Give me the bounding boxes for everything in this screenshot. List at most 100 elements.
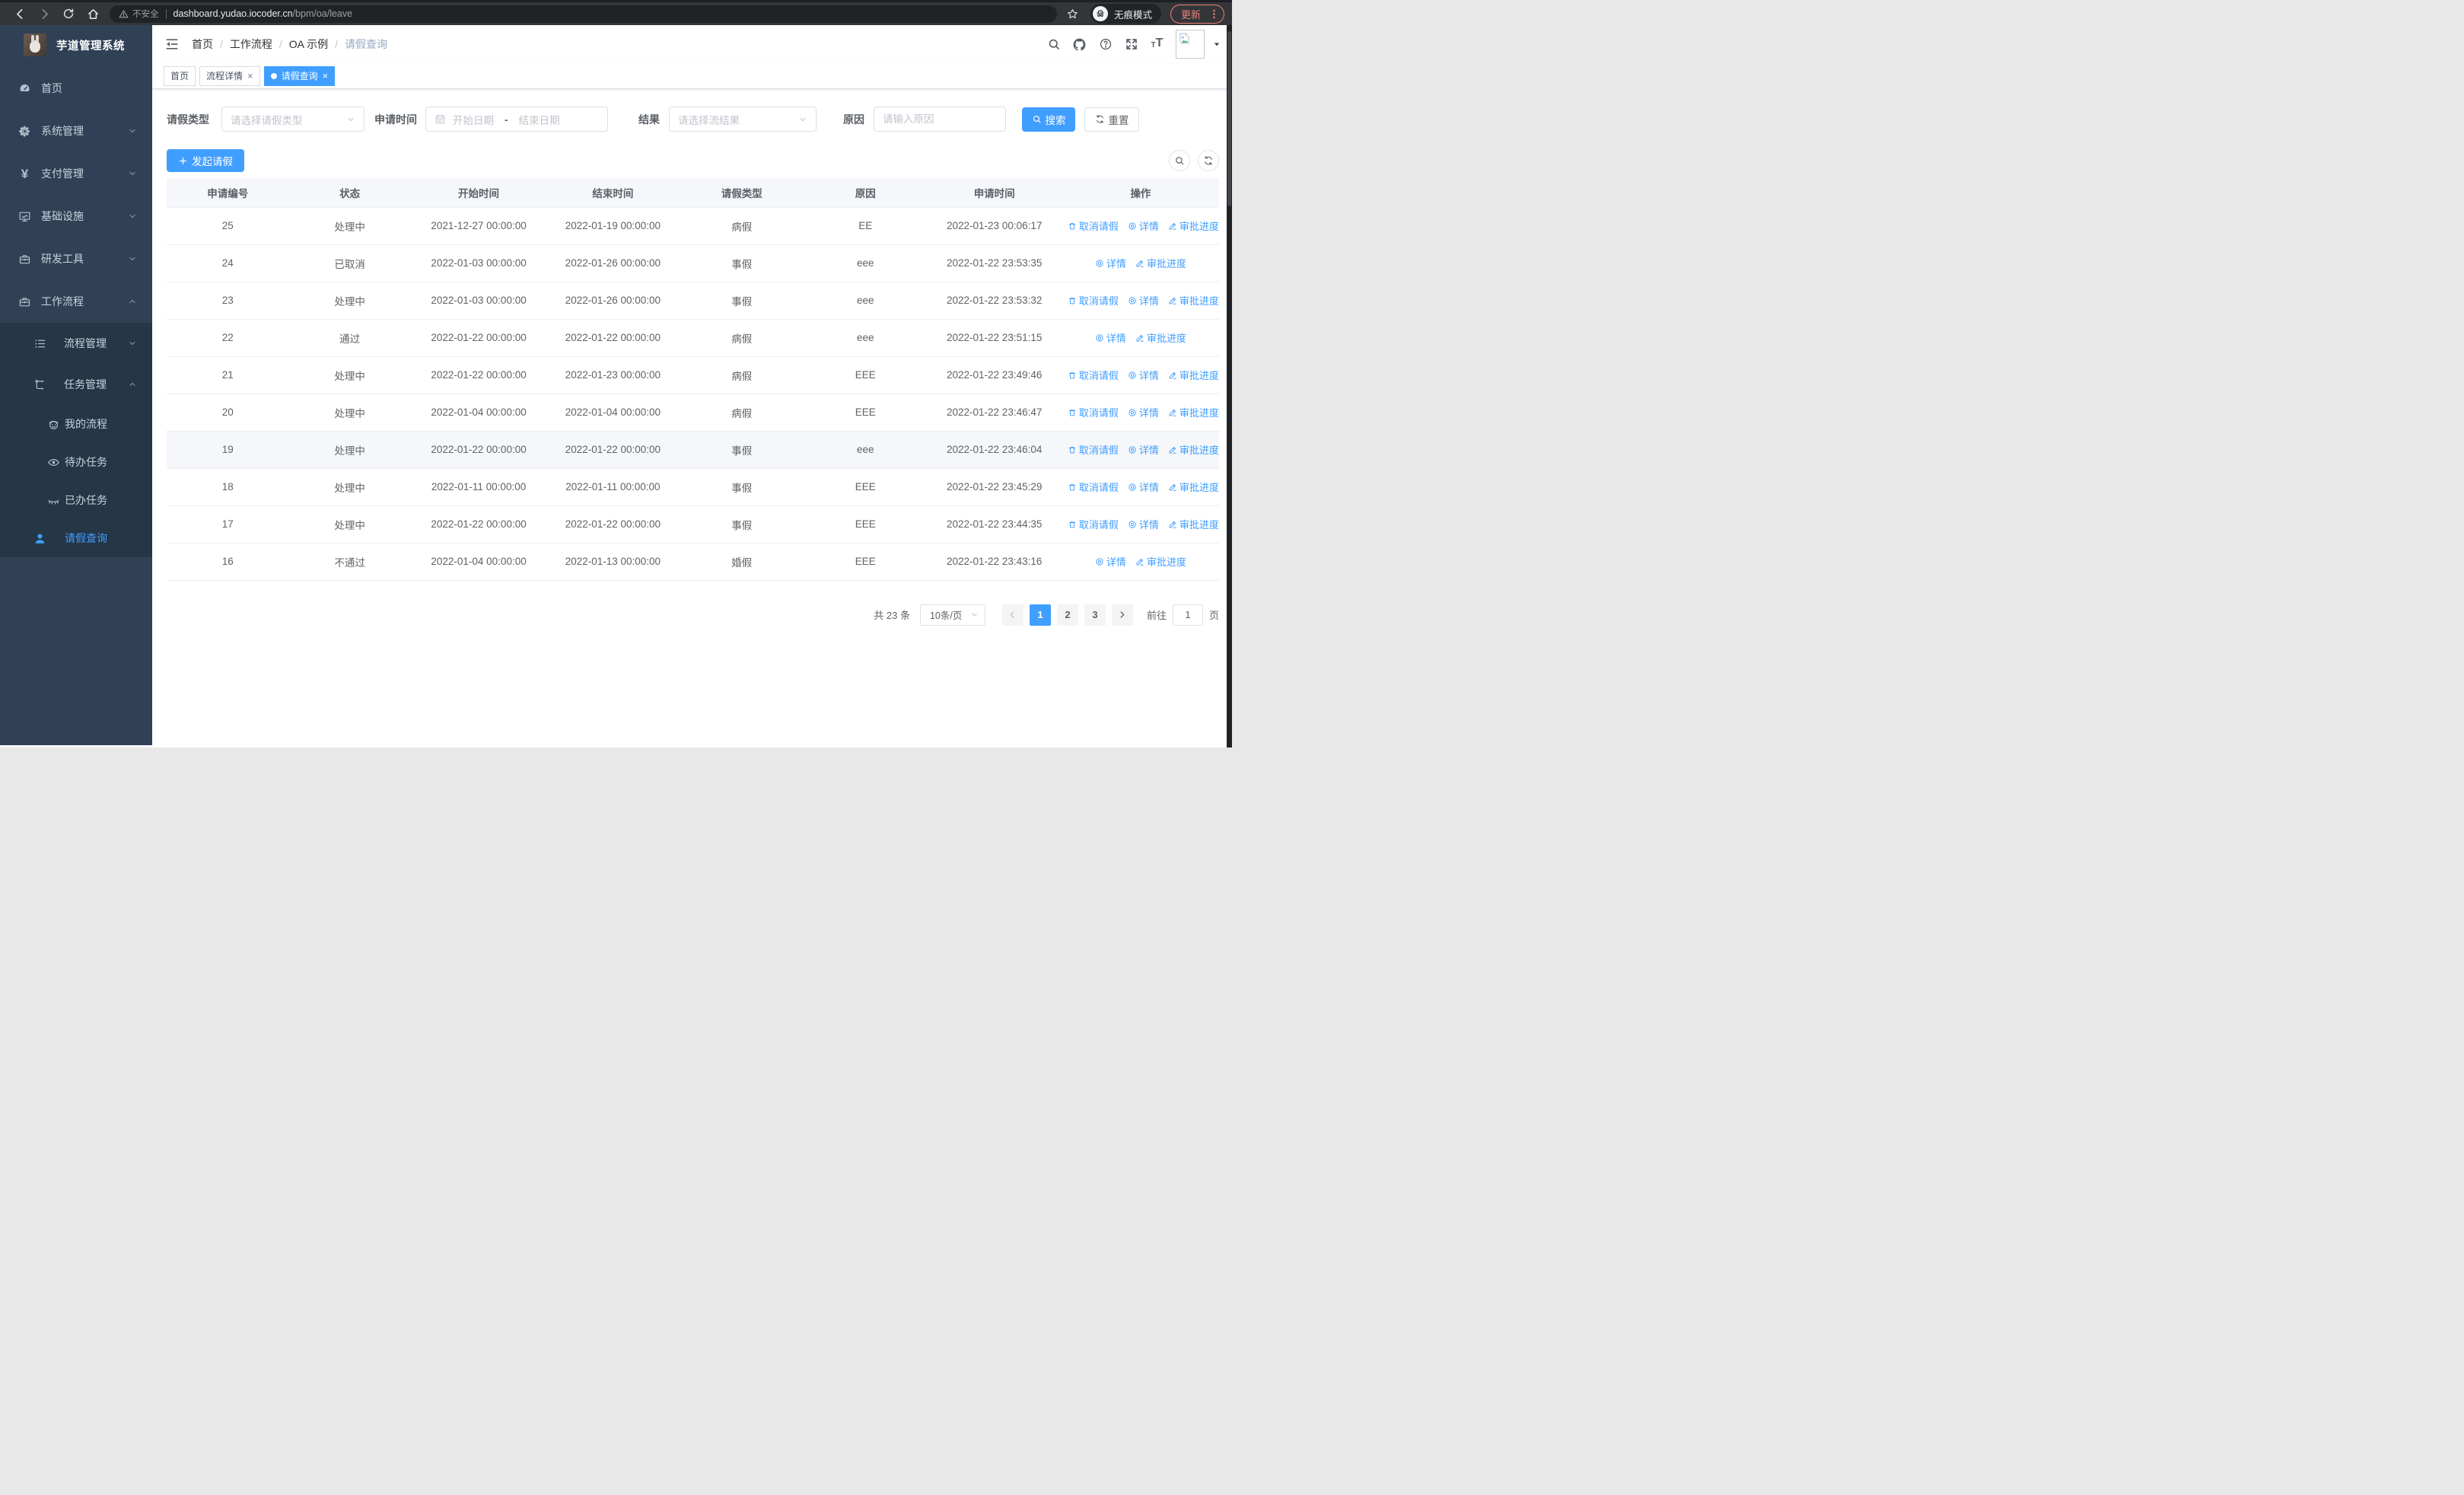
sidebar-item-label: 流程管理 [64, 337, 107, 349]
page-number-group: 123 [1027, 604, 1109, 626]
avatar-dropdown-caret[interactable] [1212, 40, 1221, 49]
sidebar-item-system-management[interactable]: 系统管理 [0, 110, 152, 152]
page-button-1[interactable]: 1 [1029, 604, 1051, 626]
page-size-value: 10条/页 [929, 610, 963, 621]
cell-reason: EEE [804, 505, 927, 543]
browser-reload-button[interactable] [60, 5, 77, 22]
column-header: 申请编号 [167, 178, 289, 208]
sidebar-item-workflow[interactable]: 工作流程 [0, 280, 152, 323]
page-size-select[interactable]: 10条/页 [919, 604, 985, 626]
close-tab-icon[interactable]: × [323, 71, 329, 81]
cancel-action-link[interactable]: 取消请假 [1068, 517, 1119, 531]
sidebar-item-task-management[interactable]: 任务管理 [0, 364, 152, 405]
reset-button[interactable]: 重置 [1084, 107, 1139, 132]
progress-action-link[interactable]: 审批进度 [1168, 480, 1219, 494]
apply-time-range-picker[interactable]: 开始日期 - 结束日期 [425, 107, 608, 132]
detail-action-link[interactable]: 详情 [1095, 256, 1126, 270]
tab-process-detail[interactable]: 流程详情 × [199, 65, 260, 86]
chevron-left-icon [1008, 610, 1017, 620]
progress-action-link[interactable]: 审批进度 [1135, 330, 1186, 345]
chrome-update-menu[interactable]: 更新 [1170, 4, 1224, 24]
cell-actions: 取消请假 详情 审批进度 [1062, 431, 1219, 469]
sidebar-item-process-management[interactable]: 流程管理 [0, 323, 152, 364]
search-button[interactable]: 搜索 [1022, 107, 1075, 132]
sidebar-item-infrastructure[interactable]: 基础设施 [0, 195, 152, 237]
caret-down-icon [1212, 40, 1221, 49]
refresh-table-button[interactable] [1198, 150, 1219, 171]
result-select[interactable]: 请选择流结果 [669, 107, 817, 132]
bookmark-star-button[interactable] [1065, 5, 1081, 22]
breadcrumb-item-oa-example[interactable]: OA 示例 [289, 37, 328, 52]
detail-action-link[interactable]: 详情 [1128, 218, 1159, 233]
help-doc-button[interactable] [1098, 37, 1113, 52]
progress-action-link[interactable]: 审批进度 [1135, 554, 1186, 569]
sidebar-item-my-process[interactable]: 我的流程 [0, 405, 152, 443]
view-icon [1128, 520, 1137, 529]
sidebar-item-payment-management[interactable]: ¥ 支付管理 [0, 152, 152, 195]
toggle-search-button[interactable] [1169, 150, 1190, 171]
detail-action-link[interactable]: 详情 [1128, 405, 1159, 419]
address-bar[interactable]: 不安全 dashboard.yudao.iocoder.cn /bpm/oa/l… [110, 5, 1057, 23]
browser-back-button[interactable] [11, 5, 28, 22]
detail-action-link[interactable]: 详情 [1128, 368, 1159, 382]
page-button-3[interactable]: 3 [1084, 604, 1106, 626]
progress-action-link[interactable]: 审批进度 [1168, 293, 1219, 308]
progress-action-link[interactable]: 审批进度 [1168, 442, 1219, 457]
page-button-2[interactable]: 2 [1056, 604, 1078, 626]
github-link[interactable] [1072, 37, 1087, 52]
pagination-jumper: 前往 页 [1147, 604, 1219, 626]
cancel-action-link[interactable]: 取消请假 [1068, 405, 1119, 419]
action-label: 详情 [1138, 445, 1159, 456]
edit-icon [1168, 520, 1177, 529]
create-leave-button[interactable]: 发起请假 [167, 149, 244, 172]
action-label: 取消请假 [1078, 370, 1119, 381]
reason-input[interactable] [874, 107, 1006, 132]
delete-icon [1068, 371, 1077, 380]
sidebar-item-leave-query[interactable]: 请假查询 [0, 519, 152, 557]
tab-leave-query[interactable]: 请假查询 × [263, 65, 336, 86]
cancel-action-link[interactable]: 取消请假 [1068, 442, 1119, 457]
cancel-action-link[interactable]: 取消请假 [1068, 480, 1119, 494]
cell-apply_time: 2022-01-22 23:53:32 [926, 282, 1062, 320]
security-chip[interactable]: 不安全 [119, 8, 159, 20]
fullscreen-button[interactable] [1124, 37, 1138, 52]
breadcrumb-item-workflow[interactable]: 工作流程 [230, 37, 272, 52]
browser-forward-button[interactable] [36, 5, 53, 22]
detail-action-link[interactable]: 详情 [1095, 330, 1126, 345]
font-size-button[interactable]: TT [1150, 37, 1164, 52]
detail-action-link[interactable]: 详情 [1128, 480, 1159, 494]
goto-page-input[interactable] [1172, 604, 1203, 626]
progress-action-link[interactable]: 审批进度 [1168, 368, 1219, 382]
sidebar-item-home[interactable]: 首页 [0, 67, 152, 110]
user-avatar[interactable] [1176, 30, 1205, 59]
prev-page-button[interactable] [1001, 604, 1023, 626]
progress-action-link[interactable]: 审批进度 [1135, 256, 1186, 270]
cancel-action-link[interactable]: 取消请假 [1068, 218, 1119, 233]
app-logo[interactable]: 芋道管理系统 [0, 25, 152, 65]
cell-id: 16 [167, 543, 289, 581]
range-separator: - [505, 113, 508, 126]
progress-action-link[interactable]: 审批进度 [1168, 405, 1219, 419]
progress-action-link[interactable]: 审批进度 [1168, 218, 1219, 233]
detail-action-link[interactable]: 详情 [1128, 517, 1159, 531]
browser-home-button[interactable] [84, 5, 101, 22]
detail-action-link[interactable]: 详情 [1095, 554, 1126, 569]
next-page-button[interactable] [1111, 604, 1133, 626]
sidebar-item-todo-tasks[interactable]: 待办任务 [0, 443, 152, 481]
sidebar-fold-button[interactable] [164, 36, 180, 53]
chevron-down-icon [346, 115, 355, 124]
cancel-action-link[interactable]: 取消请假 [1068, 293, 1119, 308]
close-tab-icon[interactable]: × [247, 71, 253, 81]
leave-type-select[interactable]: 请选择请假类型 [221, 107, 365, 132]
progress-action-link[interactable]: 审批进度 [1168, 517, 1219, 531]
breadcrumb-item-home[interactable]: 首页 [192, 37, 213, 52]
browser-scrollbar[interactable] [1227, 25, 1232, 748]
sidebar-item-done-tasks[interactable]: 已办任务 [0, 481, 152, 519]
scrollbar-thumb[interactable] [1227, 31, 1231, 206]
detail-action-link[interactable]: 详情 [1128, 442, 1159, 457]
sidebar-item-dev-tools[interactable]: 研发工具 [0, 237, 152, 280]
detail-action-link[interactable]: 详情 [1128, 293, 1159, 308]
cancel-action-link[interactable]: 取消请假 [1068, 368, 1119, 382]
tab-home[interactable]: 首页 [164, 65, 196, 86]
header-search-button[interactable] [1046, 37, 1061, 52]
